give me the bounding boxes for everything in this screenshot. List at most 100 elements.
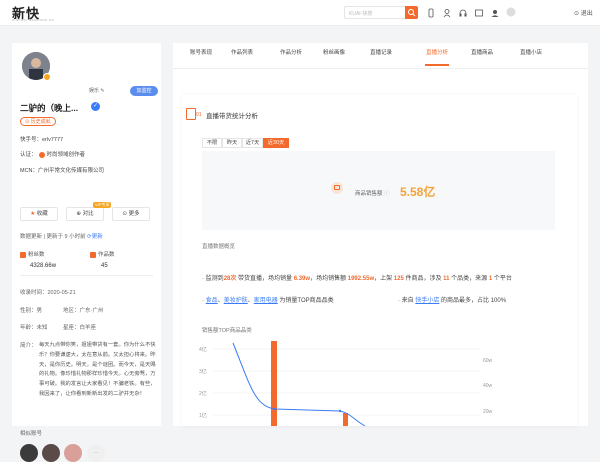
y-tick-left: 1亿	[199, 412, 207, 419]
phone-icon[interactable]	[426, 8, 436, 18]
compare-button[interactable]: ⊕ 对比	[66, 207, 104, 221]
fans-label-text: 粉丝数	[28, 252, 45, 258]
avatar-thumb-icon[interactable]	[506, 7, 516, 17]
period-unlimited[interactable]: 不限	[202, 138, 222, 148]
tab-works-list[interactable]: 作品列表	[222, 48, 262, 56]
chart-point[interactable]	[273, 407, 277, 411]
fans-label: 粉丝数	[20, 250, 45, 258]
data-update-info: 数据更新 | 更新于 9 小时前 ⟳更新	[20, 232, 103, 240]
summary-line-1: · 监测到28次 带货直播，场均销量 6.39w，场均销售额 1992.55w，…	[202, 276, 512, 282]
constellation: 星座：白羊座	[63, 325, 97, 331]
sales-label: 商品销售额 ⓘ	[355, 189, 390, 197]
category-link[interactable]: 美妆护肤	[224, 298, 248, 304]
summary-text: 个品类，来源	[449, 276, 489, 282]
favorite-button[interactable]: ★ 收藏	[20, 207, 58, 221]
user-menu-icon[interactable]	[442, 8, 452, 18]
y-tick-right: 20w	[483, 409, 493, 415]
bio-text: 每天九点带你笑，姐姐带货有一套。你为什么不快乐？你要谦虚大，太在意从前。又太担心…	[39, 342, 156, 397]
summary-text: 件商品，涉及	[403, 276, 444, 282]
summary-text: ，场均销售额	[310, 276, 348, 282]
summary-text: 为销量TOP商品品类	[277, 298, 334, 304]
tab-divider	[173, 68, 588, 69]
tab-account-performance[interactable]: 账号表现	[181, 48, 221, 56]
region: 地区：广东·广州	[63, 308, 104, 314]
gender: 性别：男	[20, 308, 43, 314]
related-avatar[interactable]	[42, 444, 60, 462]
summary-value: 125	[393, 276, 404, 282]
fans-icon	[20, 251, 26, 258]
y-tick-left: 3亿	[199, 368, 207, 375]
team-icon[interactable]	[490, 8, 500, 18]
works-value: 45	[101, 263, 108, 269]
profile-card: 娱乐 ✎ 加监控 二驴的（晚上... ✓ ⊙ 历史成就 快手号：erlv7777…	[12, 43, 161, 462]
y-tick-left: 2亿	[199, 390, 207, 397]
summary-text: 的商品最多，占比 100%	[439, 298, 507, 304]
sales-value: 5.58亿	[400, 185, 436, 199]
sales-label-text: 商品销售额	[355, 191, 383, 197]
more-button[interactable]: ⊙ 更多	[112, 207, 150, 221]
summary-value: 6.39w	[293, 276, 311, 282]
chart-point[interactable]	[338, 409, 342, 413]
more-icon: ⊙	[122, 211, 128, 217]
tab-fans-profile[interactable]: 粉丝画像	[314, 48, 354, 56]
search-icon	[408, 9, 416, 17]
logout-link[interactable]: ⊙ 退出	[574, 8, 593, 17]
cert-text: 时尚领域创作者	[46, 152, 86, 158]
tab-live-analysis[interactable]: 直播分析	[417, 48, 457, 56]
cert-icon	[38, 151, 45, 158]
certification: 认证： 时尚领域创作者	[20, 150, 85, 158]
related-avatar[interactable]	[20, 444, 38, 462]
compare-icon: ⊕	[76, 211, 82, 217]
headset-icon[interactable]	[458, 8, 468, 18]
logo-subtitle: XINKUAI.NEWRANK.CN	[12, 18, 55, 22]
tab-live-records[interactable]: 直播记录	[361, 48, 401, 56]
y-tick-left: 4亿	[199, 346, 207, 353]
section-title: 直播带货统计分析	[206, 113, 258, 120]
search-input[interactable]: KUAI·快搜	[349, 10, 372, 17]
category-link[interactable]: 食品	[206, 298, 218, 304]
chart-bar[interactable]	[343, 413, 348, 426]
compare-label: 对比	[82, 211, 94, 217]
period-30days[interactable]: 近30天	[263, 138, 289, 148]
summary-line-2: · 食品、美妆护肤、家用电器 为销量TOP商品品类	[202, 298, 334, 304]
update-link[interactable]: ⟳更新	[87, 234, 103, 240]
more-related-button[interactable]: ···	[87, 444, 105, 462]
category-tag[interactable]: 娱乐 ✎	[89, 87, 105, 94]
mcn: MCN：广州平常文化传媒有限公司	[20, 168, 105, 174]
history-achievement-badge[interactable]: ⊙ 历史成就	[20, 117, 56, 126]
registered-date: 收录时间：2020-05-21	[20, 290, 76, 296]
divider	[20, 275, 153, 276]
kuaishou-id: 快手号：erlv7777	[20, 137, 64, 143]
period-yesterday[interactable]: 昨天	[222, 138, 242, 148]
summary-text: 个平台	[492, 276, 512, 282]
search-box[interactable]: KUAI·快搜	[344, 6, 418, 19]
top-bar: 新快 XINKUAI.NEWRANK.CN KUAI·快搜 ⊙ 退出	[0, 0, 600, 26]
summary-value: 28次	[223, 276, 237, 282]
tab-works-analysis[interactable]: 作品分析	[271, 48, 311, 56]
message-icon[interactable]	[474, 8, 484, 18]
bio-label: 简介：	[20, 343, 37, 349]
category-label: 娱乐	[89, 88, 100, 94]
data-update-label: 数据更新 | 更新于 9 小时前	[20, 234, 86, 240]
platform-link[interactable]: 快手小店	[415, 298, 439, 304]
sales-category-chart: 4亿 3亿 2亿 1亿 60w 40w 20w	[199, 341, 493, 426]
history-badge-label: 历史成就	[30, 119, 51, 125]
chart-bar[interactable]	[271, 341, 277, 426]
chart-title: 销售额TOP商品品类	[202, 328, 252, 334]
search-button[interactable]	[405, 6, 418, 19]
update-link-label: 更新	[91, 234, 103, 240]
tab-live-shop[interactable]: 直播小店	[511, 48, 551, 56]
period-7days[interactable]: 近7天	[242, 138, 263, 148]
related-avatar[interactable]	[64, 444, 82, 462]
monitor-button[interactable]: 加监控	[130, 86, 158, 96]
favorite-label: 收藏	[36, 211, 48, 217]
works-label: 作品数	[90, 250, 115, 258]
logout-label: 退出	[580, 11, 593, 17]
active-tab-indicator	[425, 64, 449, 66]
category-link[interactable]: 家用电器	[254, 298, 278, 304]
vip-badge: VIP专享	[93, 202, 112, 208]
summary-text: 监测到	[205, 276, 224, 282]
summary-line-2b: · 来自 快手小店 的商品最多，占比 100%	[398, 295, 506, 304]
cert-label: 认证：	[20, 152, 37, 158]
tab-live-products[interactable]: 直播商品	[462, 48, 502, 56]
